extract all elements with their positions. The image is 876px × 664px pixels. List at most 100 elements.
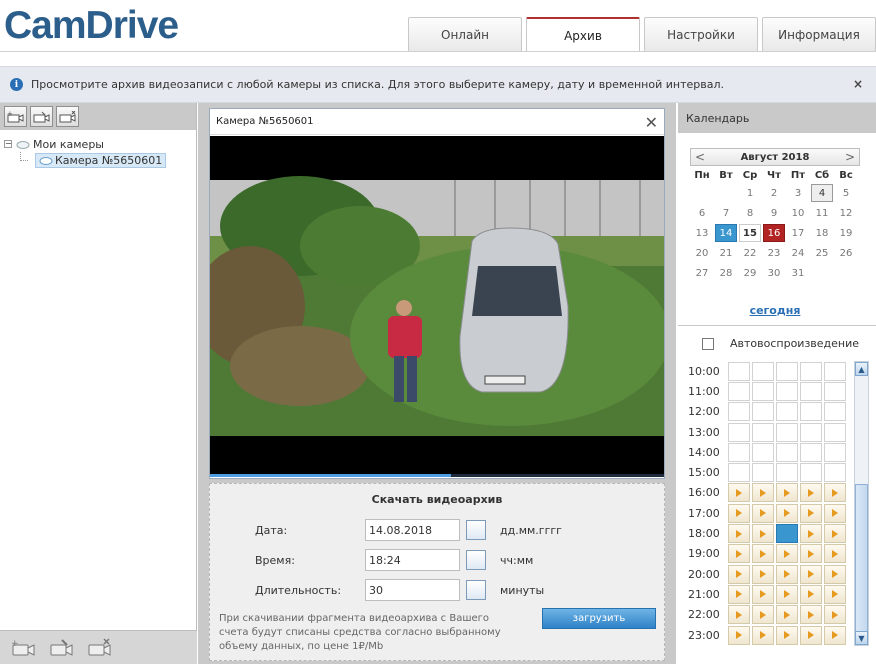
calendar-day[interactable]: 5 [834,183,858,203]
calendar-day[interactable]: 12 [834,203,858,223]
calendar-day[interactable]: 22 [738,243,762,263]
calendar-day[interactable]: 6 [690,203,714,223]
timeslot-recorded[interactable] [752,503,774,523]
calendar-day[interactable]: 21 [714,243,738,263]
calendar-day[interactable]: 30 [762,263,786,283]
date-input[interactable]: 14.08.2018 [365,519,460,541]
timeslot-recorded[interactable] [776,605,798,625]
timeslot-recorded[interactable] [752,564,774,584]
calendar-day[interactable]: 31 [786,263,810,283]
timeslot-recorded[interactable] [800,524,822,544]
calendar-day[interactable]: 13 [690,223,714,243]
timeslot-recorded[interactable] [776,503,798,523]
close-icon[interactable]: ✕ [645,113,658,132]
calendar-day[interactable]: 1 [738,183,762,203]
calendar-icon[interactable] [466,580,486,600]
timeslot-recorded[interactable] [752,524,774,544]
timeslot-current[interactable] [776,524,798,544]
timeslot-recorded[interactable] [752,584,774,604]
tab-info[interactable]: Информация [762,17,876,51]
edit-camera-button[interactable] [30,106,53,127]
timeslot-recorded[interactable] [776,625,798,645]
timeslot-recorded[interactable] [800,564,822,584]
next-month-button[interactable]: > [841,149,859,165]
scroll-down-icon[interactable]: ▼ [855,631,868,645]
calendar-day[interactable]: 25 [810,243,834,263]
calendar-day[interactable]: 3 [786,183,810,203]
tab-settings[interactable]: Настройки [644,17,758,51]
timeslot-recorded[interactable] [824,605,846,625]
calendar-day[interactable]: 2 [762,183,786,203]
timeslot-recorded[interactable] [728,625,750,645]
timeslot-recorded[interactable] [800,544,822,564]
timeslot-recorded[interactable] [776,483,798,503]
calendar-day[interactable]: 23 [762,243,786,263]
calendar-day[interactable]: 10 [786,203,810,223]
timeslot-recorded[interactable] [728,605,750,625]
today-link[interactable]: сегодня [690,304,860,317]
timeslot-recorded[interactable] [824,564,846,584]
calendar-day-today[interactable]: 4 [811,184,833,202]
calendar-day[interactable]: 17 [786,223,810,243]
calendar-day-current[interactable]: 16 [763,224,785,242]
camera-item-label[interactable]: Камера №5650601 [35,152,167,168]
timeslot-recorded[interactable] [824,625,846,645]
calendar-day[interactable]: 24 [786,243,810,263]
timeslot-recorded[interactable] [824,483,846,503]
calendar-day[interactable]: 28 [714,263,738,283]
calendar-day[interactable]: 11 [810,203,834,223]
tree-item-camera[interactable]: Камера №5650601 [4,151,196,168]
timeslot-recorded[interactable] [752,483,774,503]
timeslot-recorded[interactable] [800,503,822,523]
calendar-day[interactable]: 9 [762,203,786,223]
timeslot-recorded[interactable] [728,503,750,523]
timeslot-recorded[interactable] [776,584,798,604]
delete-camera-bottom-button[interactable] [84,636,114,660]
download-button[interactable]: загрузить [542,608,656,629]
timeslot-recorded[interactable] [728,524,750,544]
autoplay-toggle[interactable]: Автовоспроизведение [702,337,859,350]
calendar-day[interactable]: 7 [714,203,738,223]
timeslot-recorded[interactable] [824,524,846,544]
add-camera-bottom-button[interactable]: + [8,636,38,660]
timeslot-recorded[interactable] [824,584,846,604]
timeslot-recorded[interactable] [776,544,798,564]
timeslot-recorded[interactable] [800,605,822,625]
calendar-day[interactable]: 20 [690,243,714,263]
video-progress[interactable] [210,474,664,477]
delete-camera-button[interactable] [56,106,79,127]
timeslot-recorded[interactable] [800,625,822,645]
edit-camera-bottom-button[interactable] [46,636,76,660]
timeslot-recorded[interactable] [824,544,846,564]
timeslot-recorded[interactable] [728,584,750,604]
timeslot-recorded[interactable] [728,564,750,584]
calendar-icon[interactable] [466,520,486,540]
hour-scrollbar[interactable]: ▲ ▼ [854,361,869,646]
timeslot-recorded[interactable] [776,564,798,584]
close-icon[interactable]: × [853,77,863,91]
calendar-day[interactable]: 26 [834,243,858,263]
calendar-day-selected[interactable]: 14 [715,224,737,242]
calendar-day-recorded[interactable]: 15 [739,224,761,242]
timeslot-recorded[interactable] [800,584,822,604]
timeslot-recorded[interactable] [800,483,822,503]
calendar-icon[interactable] [466,550,486,570]
tab-archive[interactable]: Архив [526,17,640,52]
tab-online[interactable]: Онлайн [408,17,522,51]
timeslot-recorded[interactable] [752,625,774,645]
duration-input[interactable]: 30 [365,579,460,601]
autoplay-checkbox[interactable] [702,337,714,350]
scroll-thumb[interactable] [855,484,868,632]
add-camera-button[interactable]: + [4,106,27,127]
calendar-day[interactable]: 19 [834,223,858,243]
video-player[interactable] [195,136,670,477]
time-input[interactable]: 18:24 [365,549,460,571]
collapse-icon[interactable]: − [4,140,12,148]
calendar-day[interactable]: 18 [810,223,834,243]
timeslot-recorded[interactable] [752,605,774,625]
scroll-up-icon[interactable]: ▲ [855,362,868,376]
calendar-day[interactable]: 29 [738,263,762,283]
timeslot-recorded[interactable] [728,483,750,503]
timeslot-recorded[interactable] [752,544,774,564]
calendar-day[interactable]: 27 [690,263,714,283]
